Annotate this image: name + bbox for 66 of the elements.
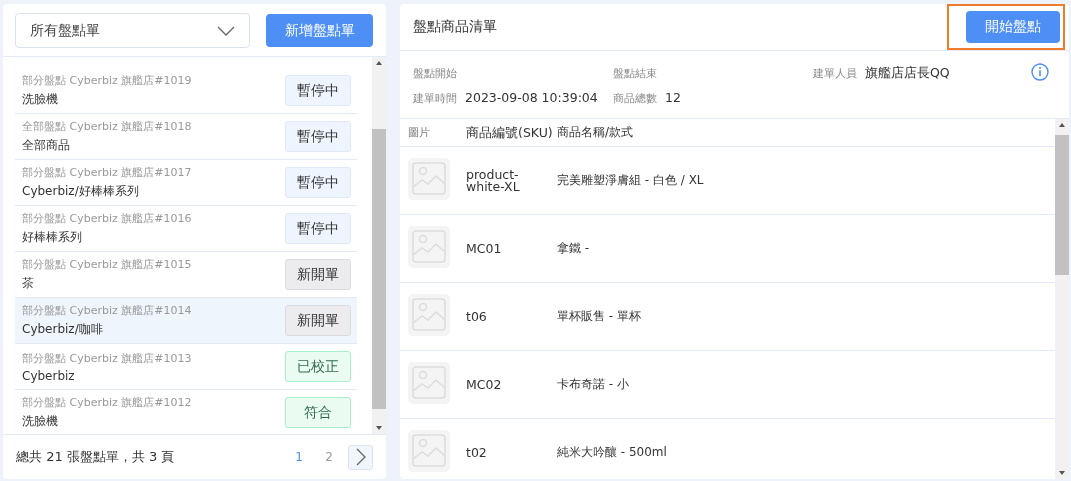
order-meta: 部分盤點 Cyberbiz 旗艦店#1012 [22, 395, 192, 410]
status-button[interactable]: 已校正 [285, 351, 351, 382]
chevron-right-icon [355, 448, 366, 466]
order-name: 洗臉機 [22, 413, 59, 430]
count-order-item[interactable]: 部分盤點 Cyberbiz 旗艦店#1014 Cyberbiz/咖啡 新開單 [15, 298, 357, 344]
order-name: 茶 [22, 275, 35, 292]
status-button[interactable]: 暫停中 [285, 75, 351, 106]
count-order-item[interactable]: 部分盤點 Cyberbiz 旗艦店#1017 Cyberbiz/好棒棒系列 暫停中 [15, 160, 357, 206]
product-name-cell: 完美雕塑淨膚組 - 白色 / XL [557, 173, 704, 187]
order-name: Cyberbiz [22, 368, 76, 383]
sku-cell: MC01 [466, 240, 502, 256]
column-header: 商品編號(SKU) [466, 126, 554, 139]
order-meta: 部分盤點 Cyberbiz 旗艦店#1013 [22, 350, 192, 366]
column-header: 圖片 [408, 125, 431, 140]
status-button[interactable]: 新開單 [285, 305, 351, 336]
pagination-summary: 總共 21 張盤點單，共 3 頁 [16, 448, 176, 466]
product-name-cell: 卡布奇諾 - 小 [557, 377, 629, 391]
sku-cell: t06 [466, 308, 487, 324]
info-label: 建單時間 [413, 91, 457, 106]
info-value: 12 [665, 90, 681, 105]
count-order-item[interactable]: 部分盤點 Cyberbiz 旗艦店#1012 洗臉機 符合 [15, 390, 357, 434]
panel-title: 盤點商品清單 [413, 18, 497, 36]
chevron-down-icon [217, 25, 235, 36]
product-name-cell: 純米大吟釀 - 500ml [557, 445, 667, 459]
image-placeholder-icon [408, 158, 450, 200]
order-name: Cyberbiz/咖啡 [22, 321, 104, 338]
order-meta: 部分盤點 Cyberbiz 旗艦店#1019 [22, 73, 192, 88]
scrollbar[interactable] [372, 57, 386, 434]
status-button[interactable]: 暫停中 [285, 167, 351, 198]
info-value: 2023-09-08 10:39:04 [465, 90, 598, 105]
scrollbar[interactable] [1055, 119, 1069, 479]
image-placeholder-icon [408, 362, 450, 404]
filter-dropdown[interactable]: 所有盤點單 [15, 13, 250, 48]
count-order-item[interactable]: 全部盤點 Cyberbiz 旗艦店#1018 全部商品 暫停中 [15, 114, 357, 160]
column-header: 商品名稱/款式 [557, 124, 635, 141]
sku-cell: t02 [466, 444, 487, 460]
status-button[interactable]: 新開單 [285, 259, 351, 290]
count-order-item[interactable]: 部分盤點 Cyberbiz 旗艦店#1019 洗臉機 暫停中 [15, 68, 357, 114]
order-meta: 全部盤點 Cyberbiz 旗艦店#1018 [22, 119, 192, 134]
info-label: 建單人員 [813, 66, 857, 81]
image-placeholder-icon [408, 294, 450, 336]
order-meta: 部分盤點 Cyberbiz 旗艦店#1017 [22, 165, 192, 180]
order-meta: 部分盤點 Cyberbiz 旗艦店#1015 [22, 257, 192, 272]
sku-cell: product-white-XL [466, 166, 520, 194]
status-button[interactable]: 暫停中 [285, 121, 351, 152]
order-name: 洗臉機 [22, 91, 59, 108]
status-button[interactable]: 符合 [285, 397, 351, 428]
info-label: 盤點結束 [613, 66, 657, 81]
info-icon[interactable] [1031, 63, 1049, 81]
next-page-button[interactable] [348, 444, 373, 470]
order-meta: 部分盤點 Cyberbiz 旗艦店#1014 [22, 303, 192, 318]
info-label: 商品總數 [613, 91, 657, 106]
order-name: Cyberbiz/好棒棒系列 [22, 183, 140, 200]
status-button[interactable]: 暫停中 [285, 213, 351, 244]
info-label: 盤點開始 [413, 66, 457, 81]
image-placeholder-icon [408, 226, 450, 268]
order-name: 全部商品 [22, 137, 71, 154]
sku-cell: MC02 [466, 376, 502, 392]
info-value: 旗艦店店長QQ [865, 65, 950, 82]
order-meta: 部分盤點 Cyberbiz 旗艦店#1016 [22, 211, 192, 226]
product-name-cell: 拿鐵 - [557, 241, 590, 255]
image-placeholder-icon [408, 430, 450, 472]
product-name-cell: 單杯販售 - 單杯 [557, 309, 641, 323]
order-name: 好棒棒系列 [22, 229, 83, 246]
count-order-item[interactable]: 部分盤點 Cyberbiz 旗艦店#1013 Cyberbiz 已校正 [15, 344, 357, 390]
count-order-item[interactable]: 部分盤點 Cyberbiz 旗艦店#1016 好棒棒系列 暫停中 [15, 206, 357, 252]
